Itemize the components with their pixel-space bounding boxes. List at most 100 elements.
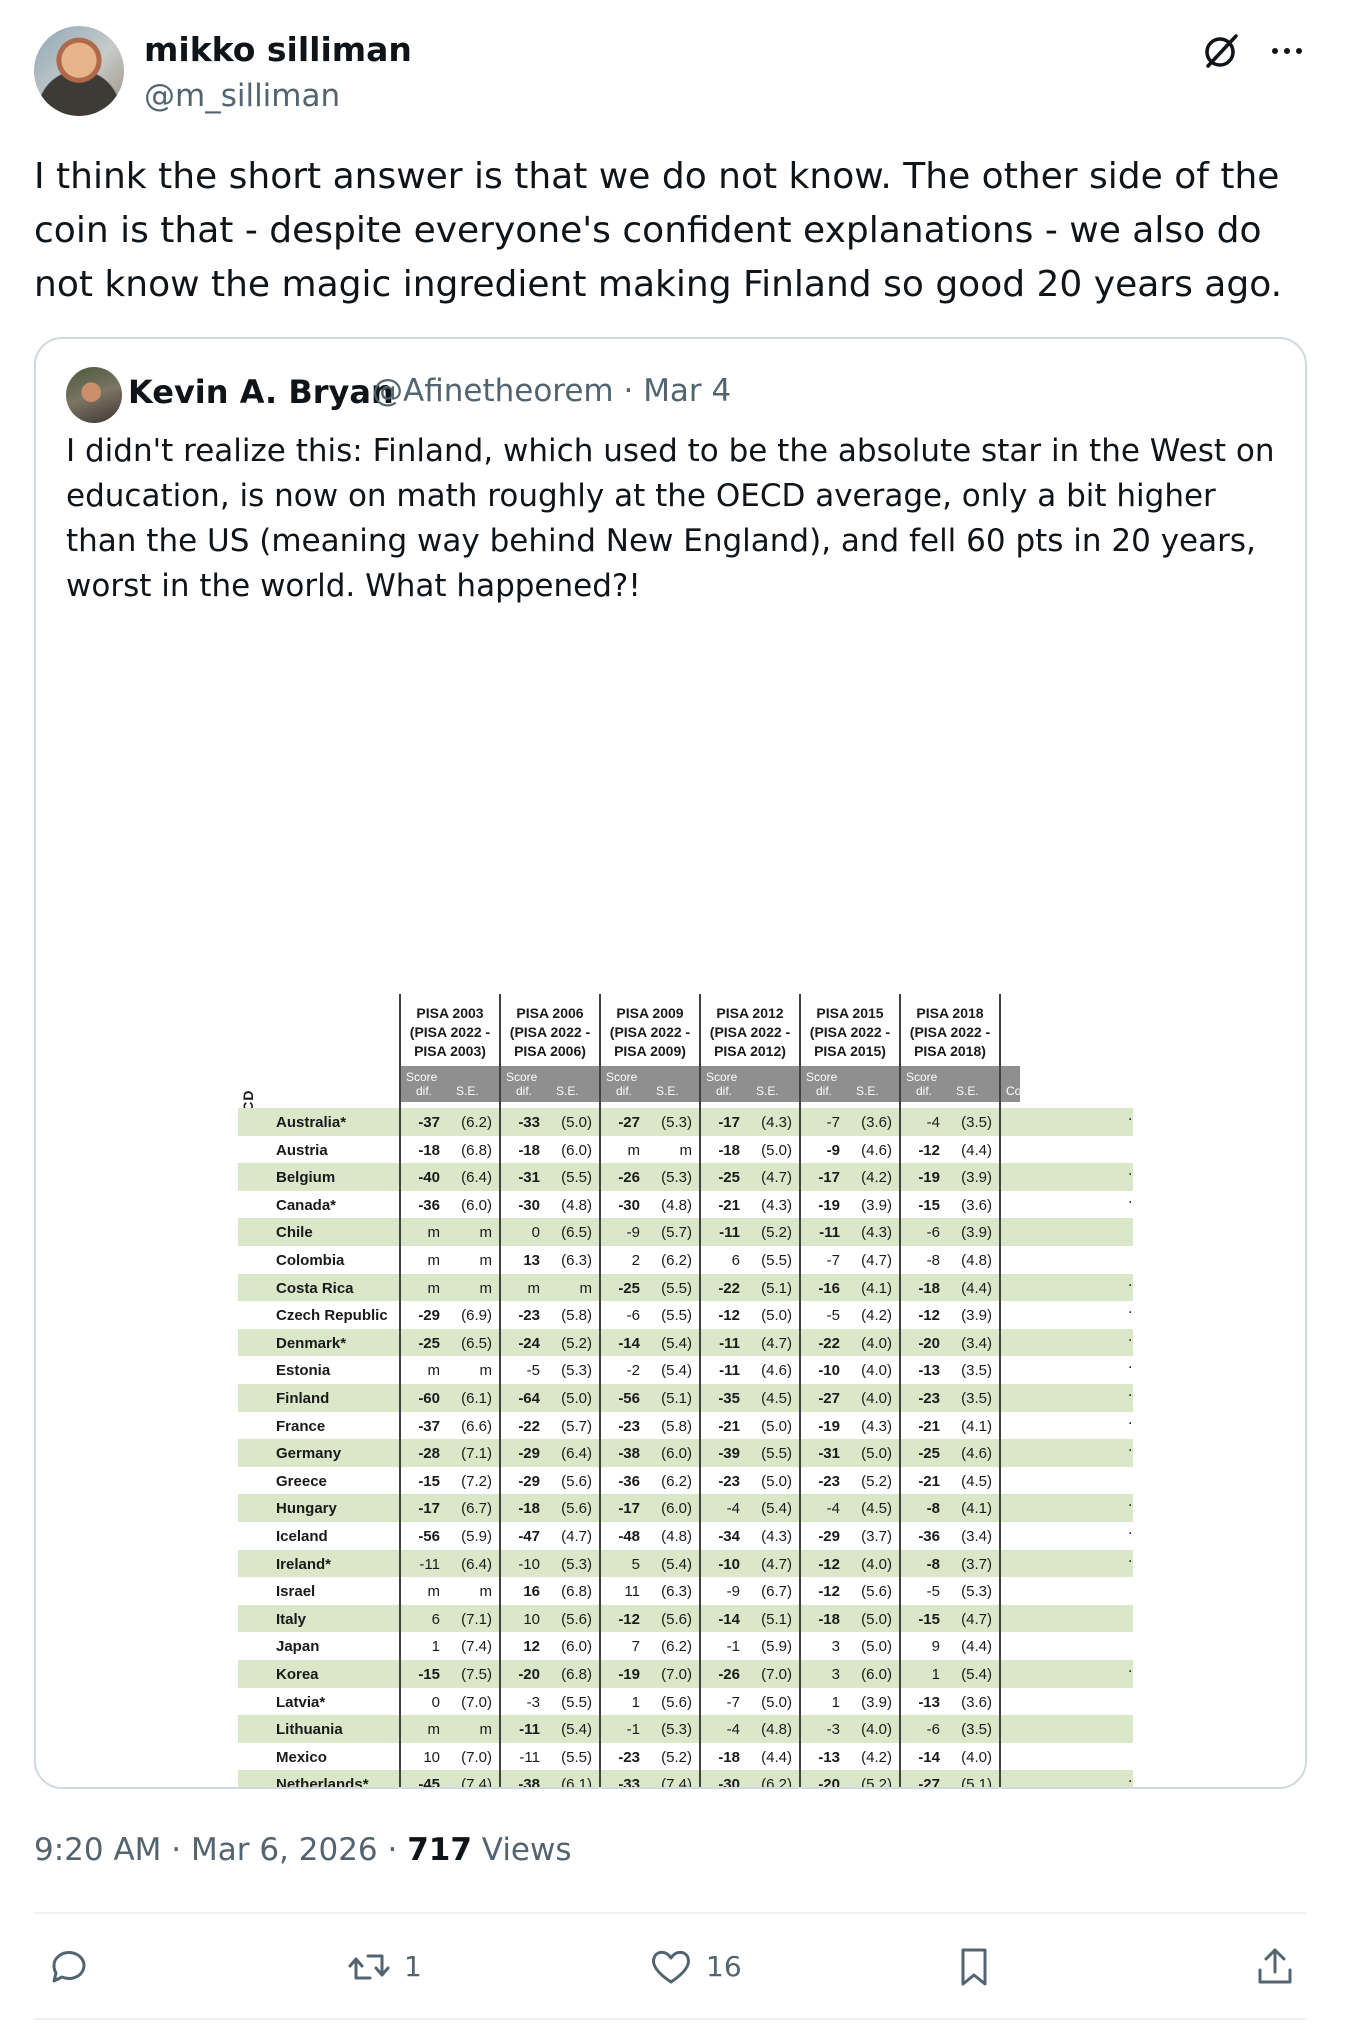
standard-error: (4.3): [761, 1196, 792, 1214]
score-difference: 9: [931, 1638, 940, 1656]
score-difference: -12: [918, 1141, 940, 1159]
score-difference: -4: [726, 1500, 740, 1518]
standard-error: (6.2): [661, 1638, 692, 1656]
standard-error: (6.5): [561, 1224, 592, 1242]
table-column-separator: [399, 994, 401, 1787]
truncated-cell-marker: ·: [1128, 1112, 1133, 1128]
standard-error: (6.0): [861, 1666, 892, 1683]
share-icon[interactable]: [1250, 1942, 1300, 1992]
retweet-icon[interactable]: [344, 1942, 394, 1992]
score-difference: -33: [618, 1776, 640, 1789]
score-difference: 3: [831, 1638, 840, 1656]
score-difference: m: [427, 1362, 441, 1380]
header-line: (PISA 2022 -: [409, 1024, 491, 1040]
like-icon[interactable]: [646, 1942, 696, 1992]
country-name: France: [276, 1417, 326, 1435]
truncated-cell-marker: ·: [1128, 1415, 1133, 1432]
score-difference: -9: [826, 1141, 840, 1159]
timestamp-text: 9:20 AM · Mar 6, 2026 ·: [34, 1832, 408, 1868]
table-column-header: PISA 2012 (PISA 2022 - PISA 2012): [700, 1004, 800, 1066]
country-name: Costa Rica: [276, 1279, 354, 1297]
standard-error: (4.0): [861, 1555, 892, 1573]
standard-error: (3.9): [961, 1224, 992, 1242]
tweet-timestamp[interactable]: 9:20 AM · Mar 6, 2026 · 717 Views: [34, 1832, 572, 1868]
subheader-score-dif: Score dif.: [806, 1070, 837, 1098]
score-difference: -25: [718, 1169, 740, 1187]
subheader-line: Score: [806, 1070, 838, 1084]
country-name: Netherlands*: [276, 1776, 369, 1789]
score-difference: -23: [618, 1748, 640, 1766]
subheader-score-dif: Score dif.: [606, 1070, 637, 1098]
standard-error: (5.0): [561, 1390, 592, 1407]
score-difference: m: [427, 1279, 441, 1297]
standard-error: (6.7): [761, 1583, 792, 1601]
quoted-tweet-card[interactable]: Kevin A. Bryan @Afinetheorem · Mar 4 I d…: [34, 337, 1307, 1789]
standard-error: (5.7): [661, 1224, 692, 1242]
table-column-separator: [899, 994, 901, 1787]
score-difference: -5: [926, 1583, 940, 1601]
standard-error: (6.8): [561, 1666, 592, 1683]
score-difference: -12: [618, 1610, 640, 1628]
standard-error: (5.8): [561, 1307, 592, 1325]
header-line: (PISA 2022 -: [809, 1024, 891, 1040]
standard-error: (4.0): [861, 1362, 892, 1380]
score-difference: -45: [418, 1776, 440, 1789]
author-display-name[interactable]: mikko silliman: [144, 30, 412, 69]
standard-error: (5.5): [561, 1169, 592, 1187]
standard-error: (4.7): [761, 1555, 792, 1573]
score-difference: -22: [818, 1334, 840, 1352]
score-difference: -37: [418, 1417, 440, 1435]
standard-error: (3.9): [961, 1307, 992, 1325]
score-difference: 3: [831, 1666, 840, 1683]
standard-error: (4.3): [861, 1417, 892, 1435]
subheader-line: dif.: [916, 1084, 933, 1098]
standard-error: (4.8): [761, 1721, 792, 1739]
score-difference: -18: [418, 1141, 440, 1159]
standard-error: (5.0): [861, 1638, 892, 1656]
score-difference: -4: [926, 1114, 940, 1131]
score-difference: -56: [618, 1390, 640, 1407]
bookmark-icon[interactable]: [949, 1942, 999, 1992]
standard-error: (5.0): [761, 1141, 792, 1159]
subheader-line: dif.: [816, 1084, 833, 1098]
standard-error: (5.4): [661, 1362, 692, 1380]
subheader-se: S.E.: [756, 1084, 779, 1098]
score-difference: -3: [526, 1693, 540, 1711]
score-difference: -19: [818, 1417, 840, 1435]
subheader-se: S.E.: [656, 1084, 679, 1098]
header-line: PISA 2006): [514, 1043, 586, 1059]
standard-error: (5.6): [561, 1472, 592, 1490]
reply-icon[interactable]: [44, 1942, 94, 1992]
standard-error: (4.7): [961, 1610, 992, 1628]
standard-error: (6.0): [661, 1445, 692, 1463]
standard-error: (4.7): [761, 1169, 792, 1187]
score-difference: -22: [518, 1417, 540, 1435]
country-name: Belgium: [276, 1169, 336, 1187]
quoted-tweet-image[interactable]: OECD PISA 2003(PISA 2022 -PISA 2003)PISA…: [36, 639, 1305, 1789]
standard-error: (5.6): [661, 1610, 692, 1628]
standard-error: (5.3): [561, 1555, 592, 1573]
standard-error: (6.1): [461, 1390, 492, 1407]
score-difference: -18: [518, 1141, 540, 1159]
score-difference: 12: [523, 1638, 540, 1656]
grok-icon[interactable]: [1196, 26, 1246, 76]
author-handle[interactable]: @m_silliman: [144, 78, 340, 114]
score-difference: -10: [718, 1555, 740, 1573]
score-difference: -7: [726, 1693, 740, 1711]
standard-error: (4.4): [961, 1141, 992, 1159]
score-difference: -37: [418, 1114, 440, 1131]
more-options-icon[interactable]: [1262, 26, 1312, 76]
standard-error: (5.5): [561, 1748, 592, 1766]
author-avatar[interactable]: [34, 26, 124, 116]
score-difference: -7: [826, 1252, 840, 1269]
standard-error: (3.9): [861, 1693, 892, 1711]
quoted-author-handle-date: @Afinetheorem · Mar 4: [372, 373, 732, 409]
standard-error: (5.0): [761, 1472, 792, 1490]
standard-error: (4.0): [861, 1334, 892, 1352]
score-difference: -30: [718, 1776, 740, 1789]
score-difference: 0: [431, 1693, 440, 1711]
country-name: Austria: [276, 1141, 328, 1159]
score-difference: -22: [718, 1279, 740, 1297]
truncated-cell-marker: ·: [1128, 1526, 1133, 1542]
score-difference: -11: [719, 1224, 740, 1242]
